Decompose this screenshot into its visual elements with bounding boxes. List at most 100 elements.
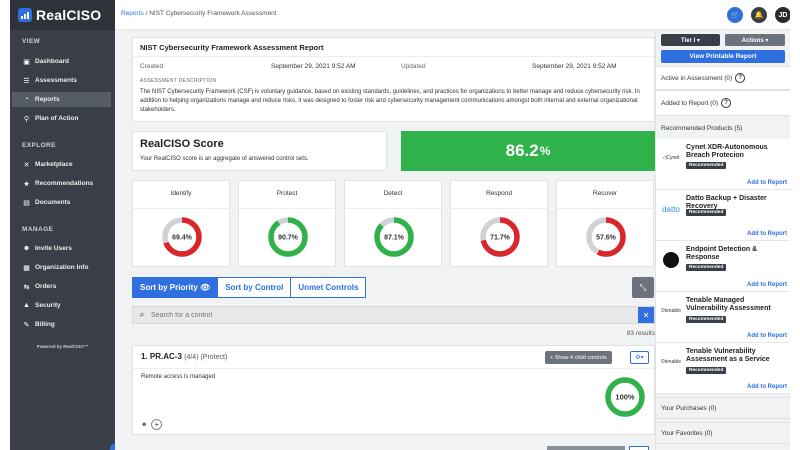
add-to-report-link[interactable]: Add to Report bbox=[747, 231, 787, 237]
control-footer: ☻ + bbox=[141, 419, 163, 430]
breadcrumb-reports-link[interactable]: Reports bbox=[121, 10, 144, 17]
expand-all-button[interactable]: ⤡ bbox=[632, 277, 654, 298]
function-card-recover[interactable]: Recover 57.6% bbox=[556, 180, 654, 267]
sidebar-item-documents[interactable]: ▤ Documents bbox=[12, 195, 111, 210]
product-item[interactable]: ©tenable Tenable Managed Vulnerability As… bbox=[656, 292, 790, 343]
function-card-identify[interactable]: Identify 69.4% bbox=[132, 180, 230, 267]
product-item[interactable]: Endpoint Detection & Response Recommended… bbox=[656, 241, 790, 292]
function-card-protect[interactable]: Protect 90.7% bbox=[238, 180, 336, 267]
recommended-badge: Recommended bbox=[686, 264, 727, 271]
avatar[interactable]: JD bbox=[775, 7, 790, 23]
sidebar-item-dashboard[interactable]: ▣ Dashboard bbox=[12, 54, 111, 69]
help-icon[interactable]: ? bbox=[721, 98, 732, 108]
recommended-badge: Recommended bbox=[686, 367, 727, 374]
donut-label: 90.7% bbox=[278, 234, 299, 241]
product-item[interactable]: ◁Cynet Cynet XDR-Autonomous Breach Protec… bbox=[656, 139, 790, 190]
list-icon: ☰ bbox=[23, 77, 30, 85]
orders-icon: ⇆ bbox=[23, 283, 30, 291]
actions-dropdown[interactable]: Actions ▾ bbox=[725, 34, 785, 46]
function-card-detect[interactable]: Detect 87.1% bbox=[344, 180, 442, 267]
sidebar-item-label: Documents bbox=[35, 199, 71, 206]
function-name: Respond bbox=[485, 190, 513, 197]
right-panel: Tier I ▾ Actions ▾ View Printable Report… bbox=[655, 30, 790, 450]
sidebar-item-invite-users[interactable]: ☻ Invite Users bbox=[12, 241, 111, 256]
score-value: 86.2 bbox=[505, 141, 539, 160]
score-subtitle: Your RealCISO score is an aggregate of a… bbox=[140, 156, 309, 162]
pie-chart-icon: ◔ bbox=[24, 96, 29, 103]
added-to-report[interactable]: Added to Report (0)? bbox=[656, 90, 790, 116]
function-score-donut: 87.1% bbox=[374, 217, 414, 257]
your-favorites[interactable]: Your Favorites (0) bbox=[656, 422, 790, 444]
sidebar-item-billing[interactable]: ✎ Billing bbox=[12, 317, 111, 332]
plus-icon: + bbox=[154, 420, 160, 429]
sidebar-item-label: Orders bbox=[35, 283, 57, 290]
sidebar-item-security[interactable]: ▲ Security bbox=[12, 298, 111, 313]
bell-icon: 🔔 bbox=[754, 12, 764, 19]
product-name: Endpoint Detection & Response bbox=[686, 246, 758, 261]
notifications-button[interactable]: 🔔 bbox=[751, 7, 767, 23]
product-item[interactable]: ©tenable Tenable Vulnerability Assessment… bbox=[656, 343, 790, 394]
function-score-donut: 71.7% bbox=[480, 217, 520, 257]
sort-priority-label: Sort by Priority bbox=[140, 283, 198, 292]
add-to-report-link[interactable]: Add to Report bbox=[747, 180, 787, 186]
breadcrumb: Reports / NIST Cybersecurity Framework A… bbox=[121, 10, 277, 17]
sidebar: RealCISO VIEW ▣ Dashboard ☰ Assessments ◔ R… bbox=[10, 0, 115, 450]
sort-toggle: Sort by Priority 👁 Sort by Control Unmet… bbox=[132, 277, 367, 298]
sort-by-control-button[interactable]: Sort by Control bbox=[218, 278, 292, 297]
function-score-donut: 69.4% bbox=[162, 217, 202, 257]
score-unit: % bbox=[539, 144, 551, 158]
tier-dropdown[interactable]: Tier I ▾ bbox=[661, 34, 720, 46]
show-child-controls-button[interactable]: + Show 4 child controls bbox=[545, 351, 612, 364]
function-card-respond[interactable]: Respond 71.7% bbox=[450, 180, 548, 267]
sidebar-item-recommendations[interactable]: ★ Recommendations bbox=[12, 176, 111, 191]
view-printable-report-button[interactable]: View Printable Report bbox=[661, 50, 785, 63]
score-card: RealCISO Score Your RealCISO score is an… bbox=[132, 131, 387, 171]
sidebar-item-orders[interactable]: ⇆ Orders bbox=[12, 279, 111, 294]
compress-icon: ⤡ bbox=[639, 282, 647, 292]
logo[interactable]: RealCISO bbox=[10, 0, 115, 30]
active-in-assessment[interactable]: Active in Assessment (0)? bbox=[656, 66, 790, 90]
sidebar-item-organization-info[interactable]: ▦ Organization Info bbox=[12, 260, 111, 275]
help-icon[interactable]: ? bbox=[735, 73, 746, 83]
added-label: Added to Report (0) bbox=[661, 99, 719, 107]
function-score-donut: 57.6% bbox=[586, 217, 626, 257]
document-icon: ▤ bbox=[23, 199, 30, 207]
clear-search-button[interactable]: ✕ bbox=[638, 307, 654, 323]
product-item[interactable]: datto Datto Backup + Disaster Recovery Rec… bbox=[656, 190, 790, 241]
unmet-controls-button[interactable]: Unmet Controls bbox=[291, 278, 366, 297]
product-name: Cynet XDR-Autonomous Breach Protecion bbox=[686, 144, 768, 159]
donut-label: 100% bbox=[615, 393, 635, 402]
product-logo: ©tenable bbox=[660, 308, 682, 314]
function-name: Protect bbox=[276, 190, 298, 197]
cart-button[interactable]: 🛒 bbox=[727, 7, 743, 23]
eye-icon: 👁 bbox=[200, 283, 211, 292]
sidebar-item-reports[interactable]: ◔ Reports bbox=[12, 92, 111, 107]
sidebar-item-assessments[interactable]: ☰ Assessments bbox=[12, 73, 111, 88]
function-name: Recover bbox=[592, 190, 618, 197]
add-to-report-link[interactable]: Add to Report bbox=[747, 282, 787, 288]
add-to-report-link[interactable]: Add to Report bbox=[747, 384, 787, 390]
product-logo: datto bbox=[662, 204, 680, 214]
sidebar-item-label: Dashboard bbox=[35, 58, 69, 65]
control-settings-button[interactable]: ⚙▾ bbox=[630, 351, 649, 364]
add-to-report-link[interactable]: Add to Report bbox=[747, 333, 787, 339]
next-control-button-stub bbox=[547, 446, 625, 450]
recommended-products-header: Recommended Products (5) bbox=[656, 120, 790, 137]
your-purchases[interactable]: Your Purchases (0) bbox=[656, 397, 790, 419]
score-title: RealCISO Score bbox=[140, 138, 224, 150]
sidebar-item-label: Organization Info bbox=[35, 264, 89, 271]
gear-icon: ⚙▾ bbox=[635, 355, 644, 361]
sidebar-item-label: Invite Users bbox=[35, 245, 72, 252]
donut-label: 87.1% bbox=[384, 234, 405, 241]
sidebar-item-plan-of-action[interactable]: ⚲ Plan of Action bbox=[12, 111, 111, 126]
dashboard-icon: ▣ bbox=[23, 58, 30, 66]
created-label: Created bbox=[140, 63, 164, 70]
section-view: VIEW bbox=[22, 38, 41, 45]
sidebar-item-marketplace[interactable]: ✕ Marketplace bbox=[12, 157, 111, 172]
search-input[interactable] bbox=[151, 311, 638, 319]
powered-by: Powered by RealCISO™ bbox=[36, 344, 89, 349]
product-logo: ©tenable bbox=[660, 359, 682, 365]
donut-label: 57.6% bbox=[596, 234, 617, 241]
sort-by-priority-button[interactable]: Sort by Priority 👁 bbox=[133, 278, 219, 297]
add-user-button[interactable]: + bbox=[151, 419, 163, 430]
